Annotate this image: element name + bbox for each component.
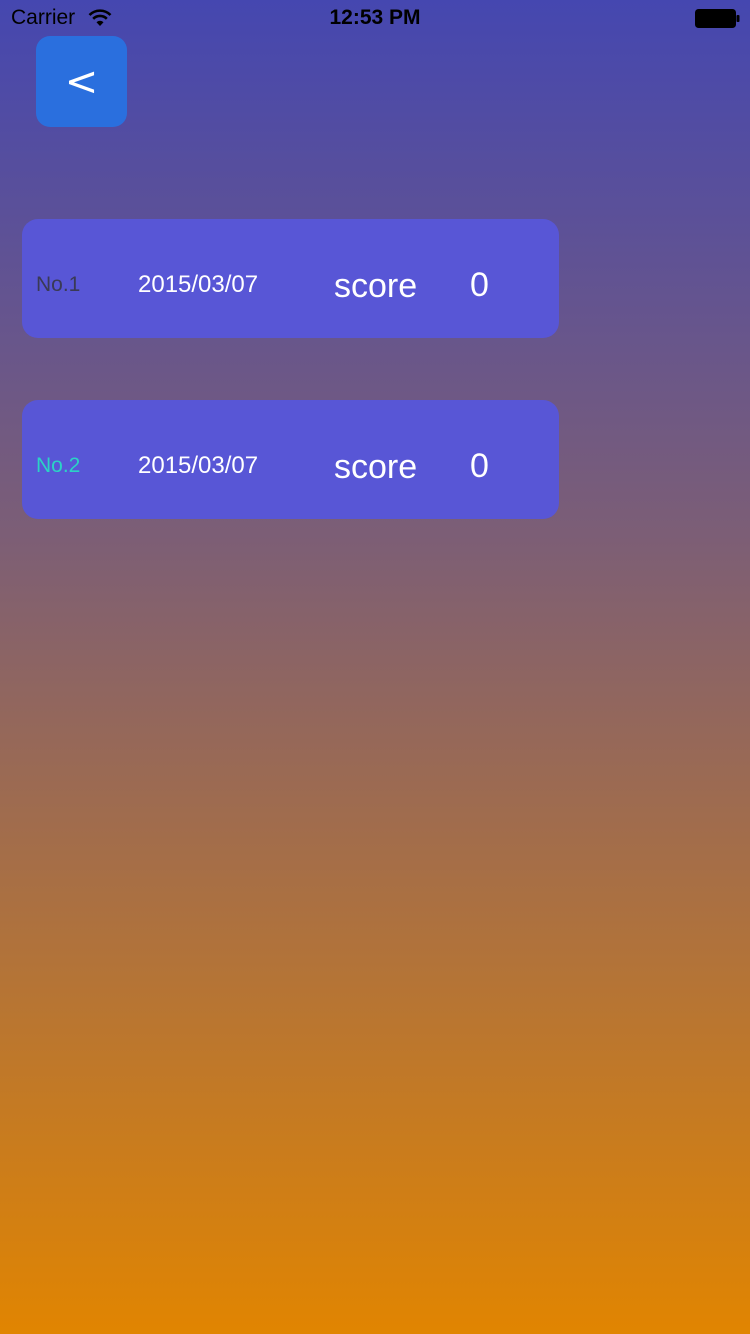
record-date: 2015/03/07: [138, 452, 259, 479]
score-record-card: No.1 2015/03/07 score 0: [22, 219, 559, 338]
back-button[interactable]: <: [36, 36, 127, 127]
record-rank: No.2: [36, 454, 81, 477]
record-score-value: 0: [470, 266, 489, 304]
status-time: 12:53 PM: [329, 6, 421, 29]
battery-icon: [695, 9, 741, 28]
record-rank: No.1: [36, 273, 81, 296]
record-score-label: score: [334, 448, 418, 486]
record-date: 2015/03/07: [138, 271, 259, 298]
record-score-label: score: [334, 267, 418, 305]
record-score-value: 0: [470, 447, 489, 485]
status-bar: Carrier 12:53 PM: [0, 0, 750, 40]
score-record-card: No.2 2015/03/07 score 0: [22, 400, 559, 519]
